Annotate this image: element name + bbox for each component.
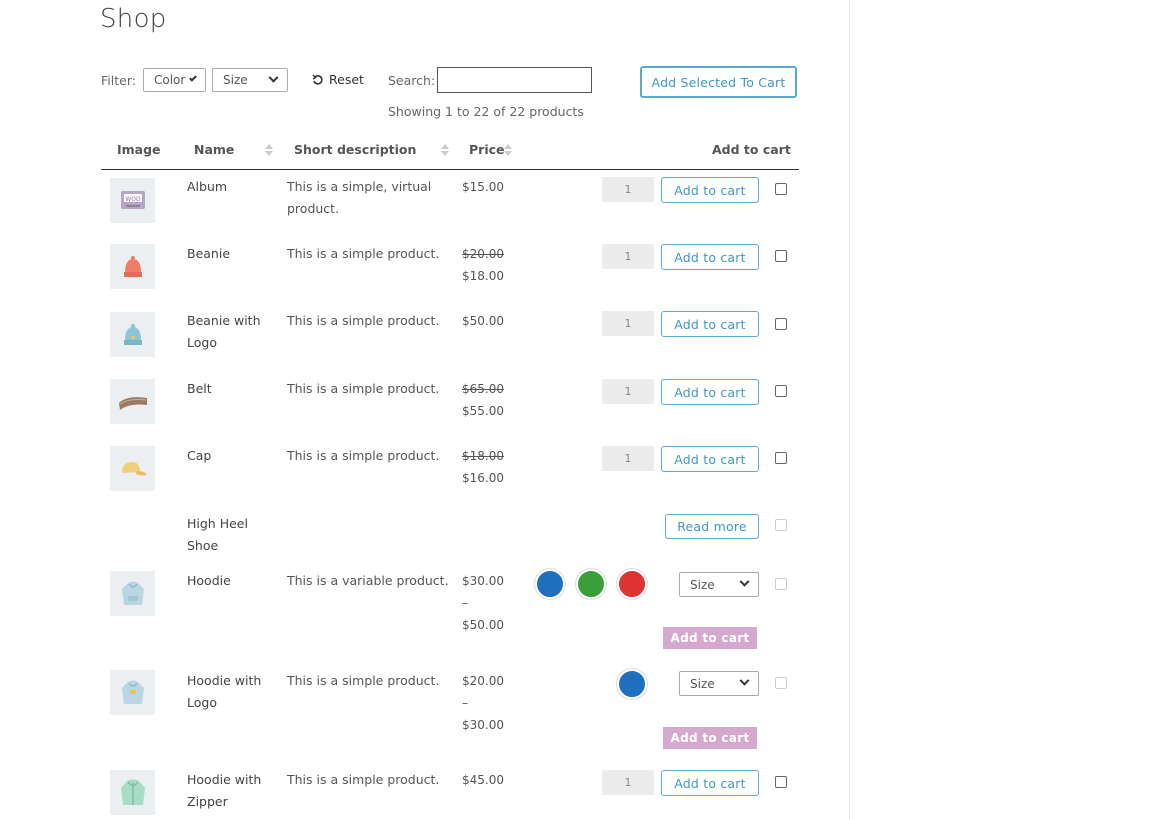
size-select[interactable]: Size xyxy=(679,671,759,696)
product-price: $65.00 $55.00 xyxy=(462,378,504,422)
reset-label: Reset xyxy=(329,72,364,87)
product-price: $45.00 xyxy=(462,773,504,787)
color-filter-value: Color xyxy=(154,73,186,87)
quantity-input[interactable]: 1 xyxy=(602,379,654,404)
product-name[interactable]: High Heel Shoe xyxy=(187,513,248,557)
showing-count: Showing 1 to 22 of 22 products xyxy=(388,104,584,119)
cap-icon[interactable] xyxy=(110,446,155,491)
product-price-range: $20.00– $30.00 xyxy=(462,674,504,732)
add-to-cart-button-disabled[interactable]: Add to cart xyxy=(663,627,757,649)
product-description: This is a simple product. xyxy=(287,673,440,688)
quantity-input[interactable]: 1 xyxy=(602,770,654,795)
product-description: This is a simple product. xyxy=(287,381,440,396)
search-input[interactable] xyxy=(437,67,592,93)
search-label: Search: xyxy=(388,73,436,88)
product-price: $20.00 $18.00 xyxy=(462,243,504,287)
product-price: $50.00 xyxy=(462,314,504,328)
quantity-input[interactable]: 1 xyxy=(602,311,654,336)
chevron-down-icon xyxy=(739,675,750,686)
price-sale: $16.00 xyxy=(462,471,504,485)
quantity-input[interactable]: 1 xyxy=(602,244,654,269)
size-select[interactable]: Size xyxy=(679,572,759,597)
add-to-cart-button[interactable]: Add to cart xyxy=(661,446,759,472)
size-select-value: Size xyxy=(690,676,715,691)
select-checkbox[interactable] xyxy=(775,452,787,464)
chevron-down-icon xyxy=(739,576,750,587)
select-checkbox[interactable] xyxy=(775,578,787,590)
filter-label: Filter: xyxy=(101,73,136,88)
add-selected-to-cart-button[interactable]: Add Selected To Cart xyxy=(640,66,797,98)
select-checkbox[interactable] xyxy=(775,385,787,397)
beanie-icon[interactable] xyxy=(110,244,155,289)
product-description: This is a simple product. xyxy=(287,246,440,261)
price-sale: $55.00 xyxy=(462,404,504,418)
product-description: This is a simple product. xyxy=(287,772,440,787)
swatch-green[interactable] xyxy=(576,569,606,599)
select-checkbox[interactable] xyxy=(775,250,787,262)
product-description: This is a simple product. xyxy=(287,448,440,463)
header-name[interactable]: Name xyxy=(194,142,234,157)
product-name[interactable]: Album xyxy=(187,176,227,198)
select-checkbox[interactable] xyxy=(775,318,787,330)
reset-button[interactable]: Reset xyxy=(312,72,364,87)
product-price: $15.00 xyxy=(462,180,504,194)
product-price: $18.00 $16.00 xyxy=(462,445,504,489)
sort-description-icon[interactable] xyxy=(441,143,449,157)
add-to-cart-button[interactable]: Add to cart xyxy=(661,244,759,270)
header-price[interactable]: Price xyxy=(469,142,505,157)
quantity-input[interactable]: 1 xyxy=(602,446,654,471)
product-name[interactable]: Cap xyxy=(187,445,211,467)
chevron-down-icon xyxy=(189,73,197,81)
header-description[interactable]: Short description xyxy=(294,142,416,157)
select-checkbox[interactable] xyxy=(775,183,787,195)
header-divider xyxy=(101,169,799,170)
swatch-blue[interactable] xyxy=(535,569,565,599)
add-to-cart-button[interactable]: Add to cart xyxy=(661,379,759,405)
swatch-red[interactable] xyxy=(617,569,647,599)
price-old: $18.00 xyxy=(462,449,504,463)
select-checkbox[interactable] xyxy=(775,776,787,788)
add-to-cart-button[interactable]: Add to cart xyxy=(661,770,759,796)
product-price-range: $30.00– $50.00 xyxy=(462,574,504,632)
add-to-cart-button-disabled[interactable]: Add to cart xyxy=(663,727,757,749)
product-name[interactable]: Belt xyxy=(187,378,212,400)
read-more-button[interactable]: Read more xyxy=(665,514,759,539)
swatch-blue[interactable] xyxy=(617,669,647,699)
hoodie-zipper-icon[interactable] xyxy=(110,770,155,815)
product-description: This is a simple product. xyxy=(287,313,440,328)
size-filter-select[interactable]: Size xyxy=(212,68,288,92)
product-name[interactable]: Beanie xyxy=(187,243,230,265)
album-icon[interactable]: WOO xyxy=(110,178,155,223)
product-name[interactable]: Hoodie with Logo xyxy=(187,670,261,714)
add-to-cart-button[interactable]: Add to cart xyxy=(661,177,759,203)
price-sale: $18.00 xyxy=(462,269,504,283)
header-image: Image xyxy=(117,142,161,157)
svg-text:WOO: WOO xyxy=(125,196,141,203)
product-description: This is a variable product. xyxy=(287,573,449,588)
beanie-logo-icon[interactable] xyxy=(110,312,155,357)
hoodie-icon[interactable] xyxy=(110,571,155,616)
select-checkbox[interactable] xyxy=(775,519,787,531)
select-checkbox[interactable] xyxy=(775,677,787,689)
product-name[interactable]: Beanie with Logo xyxy=(187,310,261,354)
chevron-down-icon xyxy=(268,72,279,83)
header-add-to-cart: Add to cart xyxy=(712,142,791,157)
price-old: $20.00 xyxy=(462,247,504,261)
product-name[interactable]: Hoodie xyxy=(187,570,231,592)
page-title: Shop xyxy=(100,4,167,34)
size-filter-value: Size xyxy=(223,73,248,87)
hoodie-logo-icon[interactable] xyxy=(110,670,155,715)
color-filter-select[interactable]: Color xyxy=(143,68,206,92)
sort-price-icon[interactable] xyxy=(504,143,512,157)
product-description: This is a simple, virtual product. xyxy=(287,179,432,216)
product-name[interactable]: Hoodie with Zipper xyxy=(187,769,261,813)
size-select-value: Size xyxy=(690,577,715,592)
belt-icon[interactable] xyxy=(110,379,155,424)
main-content: Shop Filter: Color Size Reset Search: Ad… xyxy=(0,0,850,820)
price-old: $65.00 xyxy=(462,382,504,396)
quantity-input[interactable]: 1 xyxy=(602,177,654,202)
add-to-cart-button[interactable]: Add to cart xyxy=(661,311,759,337)
sort-name-icon[interactable] xyxy=(265,143,273,157)
undo-icon xyxy=(312,74,323,85)
